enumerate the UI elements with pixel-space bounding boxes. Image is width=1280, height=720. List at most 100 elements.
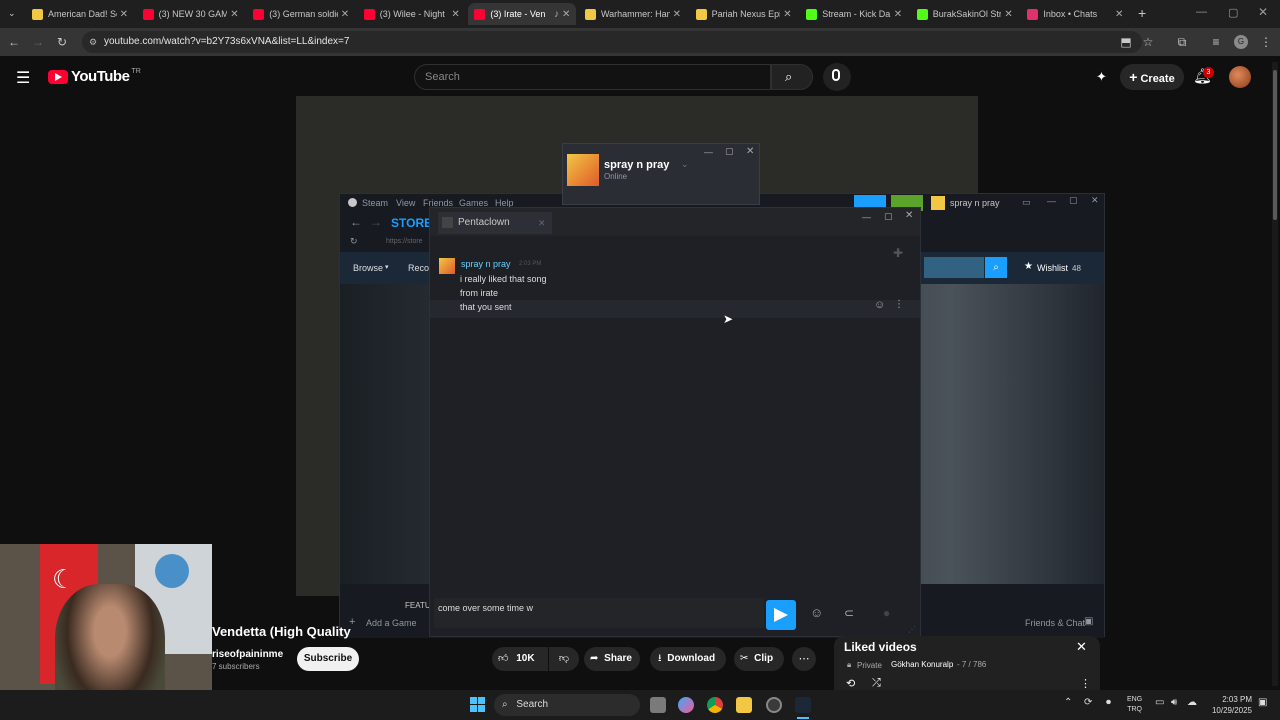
- profile-avatar[interactable]: G: [1234, 35, 1248, 49]
- emoji-react-icon[interactable]: ☺: [874, 299, 885, 311]
- windows-start-icon[interactable]: [470, 697, 485, 712]
- tab-close-icon[interactable]: ✕: [230, 9, 238, 20]
- browser-tab[interactable]: (3) NEW 30 GAM ✕: [137, 3, 245, 25]
- close-icon[interactable]: ✕: [538, 212, 546, 234]
- chat-maximize-icon[interactable]: ▢: [884, 211, 893, 222]
- tab-search-icon[interactable]: ⌄: [8, 8, 16, 19]
- tab-close-icon[interactable]: ✕: [120, 9, 128, 20]
- channel-name[interactable]: riseofpaininme: [212, 649, 283, 660]
- steam-recommendations-menu[interactable]: Reco: [408, 263, 429, 273]
- network-icon[interactable]: ▭: [1155, 697, 1164, 708]
- steam-browse-menu[interactable]: Browse: [353, 263, 383, 273]
- steam-username[interactable]: spray n pray: [950, 198, 1000, 208]
- playlist-menu-icon[interactable]: ⋮: [1080, 677, 1091, 690]
- page-scrollbar[interactable]: [1272, 62, 1278, 686]
- tray-sync-icon[interactable]: ⟳: [1084, 697, 1092, 708]
- dislike-button[interactable]: 👎︎: [549, 647, 579, 671]
- browser-tab[interactable]: (3) Wilee - Night ✕: [358, 3, 466, 25]
- bookmark-star-icon[interactable]: ☆: [1140, 34, 1156, 50]
- back-icon[interactable]: ←: [6, 34, 22, 50]
- tray-mic-icon[interactable]: ⏺: [1106, 697, 1111, 708]
- browser-tab[interactable]: Pariah Nexus Epis ✕: [690, 3, 798, 25]
- cast-icon[interactable]: ✦: [1096, 69, 1107, 85]
- attachment-icon[interactable]: ⊂: [844, 606, 854, 620]
- browser-tab[interactable]: Warhammer: Ham ✕: [579, 3, 687, 25]
- tab-close-icon[interactable]: ✕: [562, 9, 570, 20]
- browser-tab[interactable]: BurakSakinOl Stre ✕: [911, 3, 1019, 25]
- steam-bigpicture-icon[interactable]: ▭: [1022, 197, 1031, 208]
- chat-close-icon[interactable]: ✕: [905, 210, 913, 221]
- recorder-icon[interactable]: [766, 697, 782, 713]
- reading-list-icon[interactable]: ≡: [1208, 34, 1224, 50]
- steam-store-search[interactable]: [924, 257, 984, 278]
- loop-icon[interactable]: ⟲: [846, 677, 855, 690]
- share-button[interactable]: ➦ Share: [584, 647, 640, 671]
- shuffle-icon[interactable]: ⤮: [872, 677, 881, 690]
- language-indicator[interactable]: ENG TRQ: [1127, 695, 1142, 715]
- steam-taskbar-icon[interactable]: [795, 697, 811, 713]
- popup-maximize-icon[interactable]: ▢: [725, 146, 734, 157]
- copilot-icon[interactable]: [678, 697, 694, 713]
- friend-name[interactable]: spray n pray: [604, 159, 669, 171]
- like-button[interactable]: 👍︎ 10K: [492, 647, 548, 671]
- steam-menu-steam[interactable]: Steam: [362, 198, 388, 208]
- subscribe-button[interactable]: Subscribe: [297, 647, 359, 671]
- tab-close-icon[interactable]: ✕: [1115, 9, 1123, 20]
- hamburger-menu-icon[interactable]: ☰: [16, 68, 30, 88]
- playlist-owner[interactable]: Gökhan Konuralp: [891, 660, 953, 669]
- steam-wishlist-button[interactable]: Wishlist: [1037, 263, 1068, 273]
- steam-close-icon[interactable]: ✕: [1091, 195, 1099, 206]
- tab-close-icon[interactable]: ✕: [451, 9, 459, 20]
- sender-name[interactable]: spray n pray: [461, 259, 511, 269]
- chat-minimize-icon[interactable]: —: [862, 212, 871, 222]
- steam-user-avatar[interactable]: [931, 196, 945, 210]
- search-button[interactable]: ⌕: [771, 64, 813, 90]
- chat-tab-pentaclown[interactable]: Pentaclown ✕: [438, 212, 552, 234]
- steam-back-icon[interactable]: ←: [350, 215, 362, 229]
- tab-close-icon[interactable]: ✕: [894, 9, 902, 20]
- install-app-icon[interactable]: ⬒: [1118, 34, 1134, 50]
- chevron-down-icon[interactable]: ⌄: [681, 159, 689, 170]
- steam-forward-icon[interactable]: →: [370, 215, 382, 229]
- sender-avatar[interactable]: [439, 258, 455, 274]
- tab-close-icon[interactable]: ✕: [1004, 9, 1012, 20]
- steam-search-button[interactable]: ⌕: [985, 257, 1007, 278]
- site-info-icon[interactable]: ⚙: [89, 31, 97, 53]
- tab-close-icon[interactable]: ✕: [341, 9, 349, 20]
- volume-icon[interactable]: 🔊︎: [1171, 697, 1177, 708]
- tab-close-icon[interactable]: ✕: [783, 9, 791, 20]
- browser-tab[interactable]: (3) German soldie ✕: [247, 3, 355, 25]
- voice-search-button[interactable]: [823, 63, 851, 91]
- clip-button[interactable]: ✂ Clip: [734, 647, 784, 671]
- playlist-close-icon[interactable]: ✕: [1076, 639, 1087, 655]
- browser-tab[interactable]: Inbox • Chats ✕: [1021, 3, 1129, 25]
- steam-store-tab[interactable]: STORE: [391, 216, 432, 230]
- reload-icon[interactable]: ↻: [54, 34, 70, 50]
- message-options-icon[interactable]: ⋮: [894, 299, 904, 310]
- browser-tab[interactable]: Stream - Kick Da ✕: [800, 3, 908, 25]
- voice-chat-icon[interactable]: ●: [883, 606, 890, 620]
- battery-icon[interactable]: ☁: [1187, 697, 1197, 708]
- create-button[interactable]: + Create: [1120, 64, 1184, 90]
- extensions-icon[interactable]: ⧉: [1174, 34, 1190, 50]
- tray-overflow-icon[interactable]: ⌃: [1064, 697, 1072, 708]
- friend-avatar[interactable]: [567, 154, 599, 186]
- account-avatar[interactable]: [1229, 66, 1251, 88]
- steam-minimize-icon[interactable]: —: [1047, 196, 1056, 206]
- notification-center-icon[interactable]: ▣: [1258, 697, 1267, 708]
- popup-close-icon[interactable]: ✕: [746, 146, 754, 157]
- popup-minimize-icon[interactable]: —: [704, 147, 713, 157]
- chrome-menu-icon[interactable]: ⋮: [1258, 34, 1274, 50]
- window-maximize-icon[interactable]: ▢: [1228, 6, 1238, 19]
- taskbar-search[interactable]: ⌕ Search: [494, 694, 640, 716]
- steam-friends-chat-button[interactable]: Friends & Chat: [1025, 618, 1085, 628]
- browser-tab[interactable]: (3) Irate - Ven ♪ ✕: [468, 3, 577, 25]
- download-button[interactable]: ⭳ Download: [650, 647, 726, 671]
- window-minimize-icon[interactable]: —: [1196, 6, 1207, 18]
- window-close-icon[interactable]: ✕: [1258, 5, 1268, 19]
- file-explorer-icon[interactable]: [736, 697, 752, 713]
- youtube-logo[interactable]: YouTube TR: [48, 68, 141, 85]
- forward-icon[interactable]: →: [30, 34, 46, 50]
- resize-handle-icon[interactable]: ⋰: [908, 625, 916, 634]
- search-input[interactable]: Search: [414, 64, 771, 90]
